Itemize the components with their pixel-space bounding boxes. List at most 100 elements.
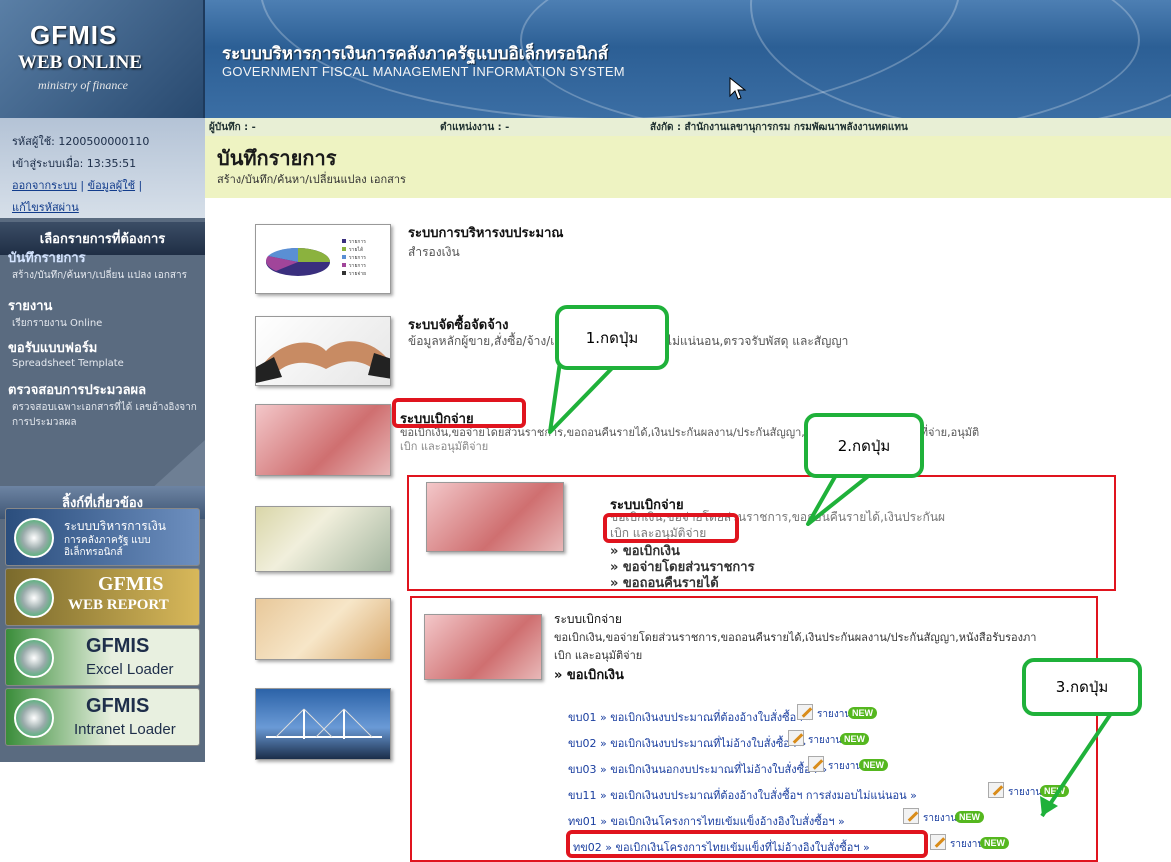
sidebar-item-sublabel: เรียกรายงาน Online (12, 318, 103, 329)
box3-desc: ขอเบิกเงิน,ขอจ่ายโดยส่วนราชการ,ขอถอนคืนร… (554, 631, 1037, 644)
report-link[interactable]: รายงาน (817, 707, 851, 722)
page-subtitle: สร้าง/บันทึก/ค้นหา/เปลี่ยนแปลง เอกสาร (217, 173, 406, 186)
pie-legend-label: รายได้ (349, 246, 363, 253)
pie-legend-label: รายการ (349, 263, 366, 269)
callout-step2-label: 2.กดปุ่ม (837, 436, 891, 455)
procurement-handshake-thumbnail[interactable] (255, 316, 391, 386)
sidebar-item-label: ตรวจสอบการประมวลผล (8, 383, 147, 398)
new-badge-icon: NEW (840, 733, 869, 745)
link-tk01[interactable]: ทข01 » ขอเบิกเงินโครงการไทยเข้มแข็งอ้างอ… (568, 812, 845, 830)
link-kb11[interactable]: ขบ11 » ขอเบิกเงินงบประมาณที่ต้องอ้างใบสั… (568, 786, 917, 804)
gfmis-badge-icon (14, 518, 54, 558)
link-kb01[interactable]: ขบ01 » ขอเบิกเงินงบประมาณที่ต้องอ้างใบสั… (568, 708, 813, 726)
sidebar-decoration-icon (150, 440, 205, 490)
logo-text-gfmis: GFMIS (30, 20, 118, 50)
banner-intranet-loader[interactable]: GFMIS Intranet Loader (5, 688, 200, 746)
new-badge-icon: NEW (848, 707, 877, 719)
highlight-tk02 (566, 830, 928, 858)
affiliation-label: สังกัด : สำนักงานเลขานุการกรม กรมพัฒนาพล… (650, 122, 908, 133)
gfmis-logo[interactable]: GFMIS WEB ONLINE ministry of finance (0, 0, 205, 118)
banner-line1: ระบบบริหารการเงิน (64, 519, 166, 533)
report-link[interactable]: รายงาน (950, 837, 984, 852)
callout-step2: 2.กดปุ่ม (804, 413, 924, 478)
new-badge-icon: NEW (859, 759, 888, 771)
callout3-arrow-icon (1040, 710, 1114, 818)
banknote-thumbnail[interactable] (255, 506, 391, 572)
banner-line2: Intranet Loader (74, 721, 176, 738)
sidebar-item-sublabel: Spreadsheet Template (12, 358, 124, 369)
pencil-icon[interactable] (988, 782, 1004, 798)
sidebar-item-label: รายงาน (8, 299, 53, 314)
pencil-icon[interactable] (930, 834, 946, 850)
new-badge-icon: NEW (955, 811, 984, 823)
banner-web-report[interactable]: GFMIS WEB REPORT (5, 568, 200, 626)
callout-step1: 1.กดปุ่ม (555, 305, 669, 370)
pie-legend-label: รายการ (349, 255, 366, 261)
pencil-icon[interactable] (903, 808, 919, 824)
disbursement-flower-thumbnail-2[interactable] (426, 482, 564, 552)
report-link[interactable]: รายงาน (923, 811, 957, 826)
bridge-thumbnail[interactable] (255, 688, 391, 760)
banner-gfmis-thai[interactable]: ระบบบริหารการเงิน การคลังภาครัฐ แบบอิเล็… (5, 508, 200, 566)
highlight-request-withdraw (603, 513, 739, 543)
user-info-panel: รหัสผู้ใช้: 1200500000110 เข้าสู่ระบบเมื… (0, 118, 205, 218)
screenshot-root: GFMIS WEB ONLINE ministry of finance ระบ… (0, 0, 1171, 862)
login-time-label: เข้าสู่ระบบเมื่อ: 13:35:51 (12, 157, 137, 170)
banner-line2: การคลังภาครัฐ แบบอิเล็กทรอนิกส์ (64, 535, 151, 558)
banner-line2: WEB REPORT (68, 597, 169, 613)
pencil-icon[interactable] (797, 704, 813, 720)
sidebar-item-process-check[interactable]: ตรวจสอบการประมวลผล ตรวจสอบเฉพาะเอกสารที่… (0, 376, 205, 430)
pencil-icon[interactable] (808, 756, 824, 772)
disbursement-system-desc2: เบิก และอนุมัติจ่าย (400, 440, 489, 453)
sidebar-item-sublabel: ตรวจสอบเฉพาะเอกสารที่ได้ เลขอ้างอิงจากกา… (12, 402, 197, 428)
callout-step3-label: 3.กดปุ่ม (1055, 678, 1109, 696)
banner-line2: Excel Loader (86, 661, 174, 678)
gfmis-badge-icon (14, 578, 54, 618)
callout-step1-label: 1.กดปุ่ม (585, 328, 639, 347)
sidebar-item-report[interactable]: รายงาน เรียกรายงาน Online (0, 292, 205, 331)
page-header (205, 136, 1171, 198)
pencil-icon[interactable] (788, 730, 804, 746)
handshake-icon (256, 341, 390, 383)
gfmis-badge-icon (14, 638, 54, 678)
highlight-disbursement (392, 398, 526, 428)
ledger-thumbnail[interactable] (255, 598, 391, 660)
logout-link[interactable]: ออกจากระบบ (12, 179, 77, 192)
budget-system-title[interactable]: ระบบการบริหารงบประมาณ (408, 222, 563, 243)
sidebar-item-record[interactable]: บันทึกรายการ สร้าง/บันทึก/ค้นหา/เปลี่ยน … (0, 244, 205, 283)
logo-text-webonline: WEB ONLINE (18, 52, 143, 73)
pie-chart-icon: รายการ รายได้ รายการ รายการ รายจ่าย (266, 239, 366, 277)
report-link[interactable]: รายงาน (828, 759, 862, 774)
budget-pie-thumbnail[interactable]: รายการ รายได้ รายการ รายการ รายจ่าย (255, 224, 391, 294)
callout-step3: 3.กดปุ่ม (1022, 658, 1142, 716)
link-revenue-refund[interactable]: » ขอถอนคืนรายได้ (610, 572, 719, 593)
link-kb03[interactable]: ขบ03 » ขอเบิกเงินนอกงบประมาณที่ไม่อ้างใบ… (568, 760, 827, 778)
banner-line1: GFMIS (98, 573, 164, 595)
disbursement-flower-thumbnail[interactable] (255, 404, 391, 476)
report-link[interactable]: รายงาน (808, 733, 842, 748)
sidebar-item-forms[interactable]: ขอรับแบบฟอร์ม Spreadsheet Template (0, 334, 205, 369)
position-label: ตำแหน่งงาน : - (440, 122, 510, 133)
banner-excel-loader[interactable]: GFMIS Excel Loader (5, 628, 200, 686)
sidebar-item-label: ขอรับแบบฟอร์ม (8, 341, 98, 356)
budget-system-desc: สำรองเงิน (408, 245, 460, 259)
sidebar-item-label: บันทึกรายการ (8, 251, 86, 266)
mouse-cursor-icon (729, 76, 747, 100)
box3-title: ระบบเบิกจ่าย (554, 612, 622, 626)
header-title-english: GOVERNMENT FISCAL MANAGEMENT INFORMATION… (222, 64, 625, 79)
logo-text-ministry: ministry of finance (38, 78, 128, 92)
disbursement-flower-thumbnail-3[interactable] (424, 614, 542, 680)
box3-desc2: เบิก และอนุมัติจ่าย (554, 649, 643, 662)
sidebar-item-sublabel: สร้าง/บันทึก/ค้นหา/เปลี่ยน แปลง เอกสาร (12, 270, 187, 281)
new-badge-icon: NEW (980, 837, 1009, 849)
link-kb02[interactable]: ขบ02 » ขอเบิกเงินงบประมาณที่ไม่อ้างใบสั่… (568, 734, 806, 752)
recorder-label: ผู้บันทึก : - (209, 122, 256, 133)
pie-legend-label: รายจ่าย (349, 271, 366, 277)
header-title-thai: ระบบบริหารการเงินการคลังภาครัฐแบบอิเล็กท… (222, 44, 609, 64)
box3-section-title: » ขอเบิกเงิน (554, 668, 624, 683)
bridge-icon (266, 708, 382, 739)
callout1-pointer-icon (548, 360, 620, 434)
banner-line1: GFMIS (86, 695, 150, 717)
change-password-link[interactable]: แก้ไขรหัสผ่าน (12, 201, 79, 214)
profile-link[interactable]: ข้อมูลผู้ใช้ (88, 179, 135, 192)
